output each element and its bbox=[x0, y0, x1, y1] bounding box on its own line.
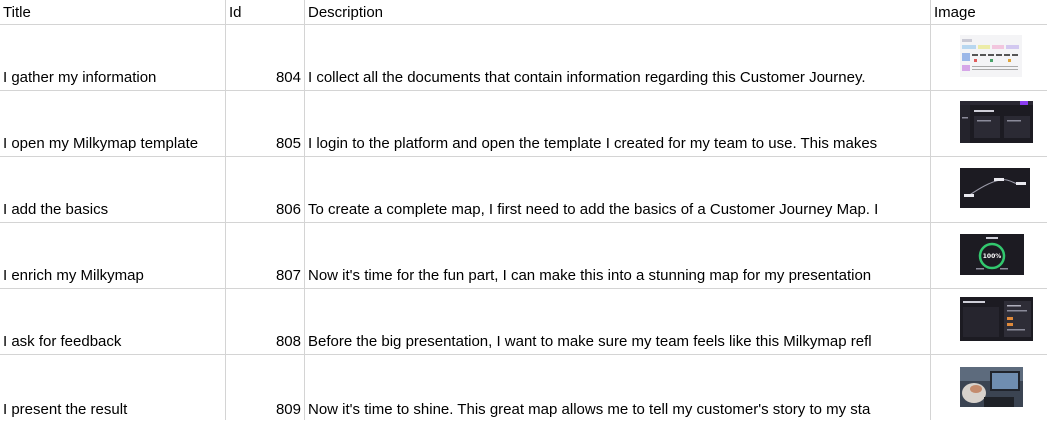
cell-title[interactable]: I add the basics bbox=[0, 198, 225, 222]
cell-id[interactable]: 806 bbox=[226, 198, 304, 222]
gauge-label: 100% bbox=[982, 253, 1002, 260]
column-divider bbox=[304, 0, 305, 420]
cell-description[interactable]: I collect all the documents that contain… bbox=[305, 66, 930, 90]
spreadsheet-grid: Title Id Description Image I gather my i… bbox=[0, 0, 1047, 420]
column-divider bbox=[930, 0, 931, 420]
cell-id[interactable]: 808 bbox=[226, 330, 304, 354]
cell-title[interactable]: I ask for feedback bbox=[0, 330, 225, 354]
cell-description[interactable]: To create a complete map, I first need t… bbox=[305, 198, 930, 222]
document-collage-thumbnail[interactable] bbox=[960, 35, 1022, 77]
cell-title[interactable]: I present the result bbox=[0, 398, 225, 422]
table-row[interactable]: I open my Milkymap template 805 I login … bbox=[0, 91, 1047, 157]
cell-description[interactable]: Now it's time for the fun part, I can ma… bbox=[305, 264, 930, 288]
cell-id[interactable]: 805 bbox=[226, 132, 304, 156]
dark-gauge-thumbnail[interactable]: 100% bbox=[960, 234, 1024, 275]
dark-feedback-panel-thumbnail[interactable] bbox=[960, 297, 1033, 341]
table-row[interactable]: I gather my information 804 I collect al… bbox=[0, 25, 1047, 91]
table-row[interactable]: I add the basics 806 To create a complet… bbox=[0, 157, 1047, 223]
cell-description[interactable]: Before the big presentation, I want to m… bbox=[305, 330, 930, 354]
header-image[interactable]: Image bbox=[931, 0, 1047, 24]
column-divider bbox=[225, 0, 226, 420]
dark-platform-screenshot-thumbnail[interactable] bbox=[960, 101, 1033, 143]
cell-title[interactable]: I gather my information bbox=[0, 66, 225, 90]
cell-title[interactable]: I enrich my Milkymap bbox=[0, 264, 225, 288]
cell-description[interactable]: Now it's time to shine. This great map a… bbox=[305, 398, 930, 422]
dark-journey-line-thumbnail[interactable] bbox=[960, 168, 1030, 208]
header-row: Title Id Description Image bbox=[0, 0, 1047, 25]
header-id[interactable]: Id bbox=[226, 0, 304, 24]
cell-id[interactable]: 809 bbox=[226, 398, 304, 422]
table-row[interactable]: I ask for feedback 808 Before the big pr… bbox=[0, 289, 1047, 355]
presentation-photo-thumbnail[interactable] bbox=[960, 367, 1023, 407]
cell-id[interactable]: 807 bbox=[226, 264, 304, 288]
header-description[interactable]: Description bbox=[305, 0, 930, 24]
table-row[interactable]: I enrich my Milkymap 807 Now it's time f… bbox=[0, 223, 1047, 289]
cell-title[interactable]: I open my Milkymap template bbox=[0, 132, 225, 156]
table-row[interactable]: I present the result 809 Now it's time t… bbox=[0, 355, 1047, 420]
header-title[interactable]: Title bbox=[0, 0, 225, 24]
cell-id[interactable]: 804 bbox=[226, 66, 304, 90]
cell-description[interactable]: I login to the platform and open the tem… bbox=[305, 132, 930, 156]
